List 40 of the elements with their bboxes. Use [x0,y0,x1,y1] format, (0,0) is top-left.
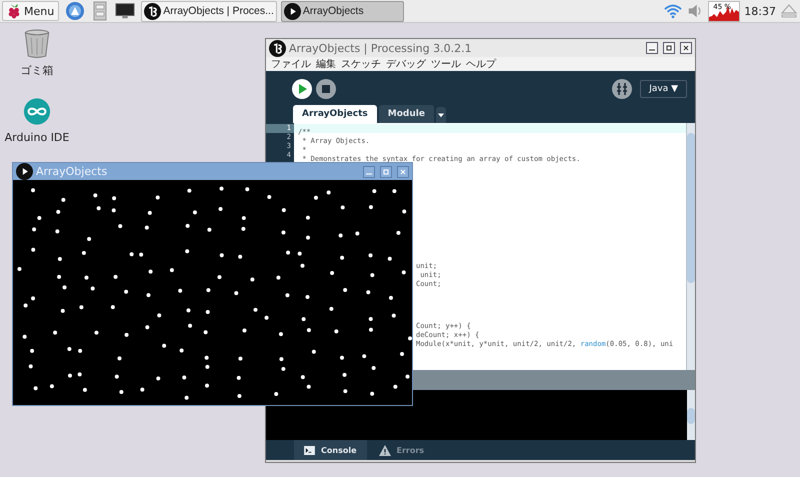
trash-icon[interactable] [23,29,51,58]
terminal-icon [304,446,315,454]
menu-item[interactable]: ヘルプ [466,57,496,71]
maximize-icon[interactable] [663,42,675,54]
warning-icon [378,444,390,456]
play-icon [284,2,301,20]
caret-icon [438,112,444,118]
console-tab[interactable]: Console [294,440,366,460]
editor-tab[interactable]: ArrayObjects [293,105,377,123]
desktop-icon-label[interactable]: Arduino IDE [4,131,70,144]
close-icon[interactable] [680,42,692,54]
menu-button[interactable]: Menu [2,1,60,21]
menu-item[interactable]: 編集 [316,57,336,71]
monitor-icon[interactable] [115,1,136,21]
menu-item[interactable]: ファイル [271,57,311,71]
arduino-icon[interactable] [23,97,51,126]
scrollbar[interactable] [686,123,695,370]
file-cabinet-icon[interactable] [93,1,108,21]
menu-item[interactable]: スケッチ [341,57,381,71]
window-title: ArrayObjects [36,165,108,178]
window-title: ArrayObjects | Processing 3.0.2.1 [289,42,472,54]
raspberry-icon [7,3,21,19]
taskbar-button[interactable]: ArrayObjects [280,0,404,22]
menu-item[interactable]: デバッグ [386,57,426,71]
clock[interactable]: 18:37 [744,4,776,18]
processing-logo-icon [269,40,286,56]
editor-tab[interactable]: Module [378,105,434,123]
taskbar-button[interactable]: ArrayObjects | Proces... [141,0,277,22]
stop-button[interactable] [316,79,336,99]
tab-menu-button[interactable] [436,107,446,123]
mode-dropdown[interactable]: Java ▼ [640,80,687,98]
run-button[interactable] [292,79,312,99]
minimize-icon[interactable] [646,42,658,54]
desktop-icon-label[interactable]: ゴミ箱 [20,63,54,78]
debugger-button[interactable] [612,79,632,99]
menu-item[interactable]: ツール [431,57,461,71]
play-icon [16,163,33,180]
processing-logo-icon [144,2,162,20]
scrollbar[interactable] [687,390,695,440]
wifi-icon[interactable] [664,3,682,19]
